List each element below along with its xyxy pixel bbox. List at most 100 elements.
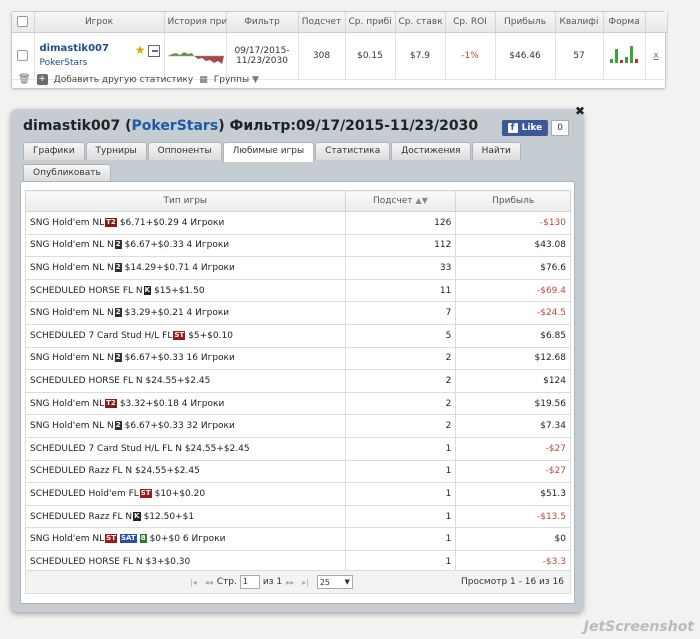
add-icon[interactable]: + <box>36 74 48 85</box>
tab-0[interactable]: Графики <box>23 142 85 160</box>
table-row[interactable]: SNG Hold'em NL ST SAT 8 $0+$0 6 Игроки 1 $0 <box>25 527 571 551</box>
header-count[interactable]: Подсчет <box>298 12 346 33</box>
groups-icon[interactable]: ▦ <box>199 75 208 85</box>
last-page-icon[interactable]: ▸| <box>302 578 309 587</box>
tab-1[interactable]: Турниры <box>85 142 147 160</box>
table-row[interactable]: SNG Hold'em NL N 2 $14.29+$0.71 4 Игроки 33… <box>25 256 571 280</box>
game-badge-icon: 2 <box>114 308 122 318</box>
tab-7[interactable]: Опубликовать <box>23 164 111 182</box>
header-player[interactable]: Игрок <box>34 12 165 33</box>
header-avg-stake[interactable]: Ср. ставк <box>395 12 446 33</box>
col-header-count[interactable]: Подсчет ▲▼ <box>344 190 457 212</box>
history-sparkline[interactable] <box>164 32 227 80</box>
remove-row-link[interactable]: x <box>653 51 658 61</box>
game-badge-icon: SAT <box>119 534 137 544</box>
prev-page-icon[interactable]: ◂◂ <box>205 578 213 587</box>
game-buyin: $3.32+$0.18 4 Игроки <box>119 398 225 409</box>
table-row[interactable]: SCHEDULED Razz FL N K $12.50+$1 1 -$13.5 <box>25 504 571 529</box>
player-site-link[interactable]: PokerStars <box>40 58 161 68</box>
table-row[interactable]: SCHEDULED 7 Card Stud H/L FL ST $5+$0.10 5 $… <box>25 323 571 348</box>
game-name: SCHEDULED HORSE FL N <box>30 285 143 296</box>
count-value: 308 <box>298 32 346 80</box>
filter-date-start: 09/17/2015- <box>234 45 290 56</box>
site-link[interactable]: PokerStars <box>132 118 219 134</box>
form-bar <box>625 57 628 63</box>
game-type-cell: SCHEDULED Razz FL N K $12.50+$1 <box>25 504 346 529</box>
game-type-cell: SCHEDULED Razz FL N $24.55+$2.45 <box>25 459 346 484</box>
tab-6[interactable]: Найти <box>471 142 521 160</box>
game-badge-icon: T2 <box>105 217 117 227</box>
game-name: SCHEDULED Razz FL N <box>30 511 133 522</box>
add-stats-button[interactable]: Добавить другую статистику <box>54 75 194 85</box>
close-icon[interactable]: ✖ <box>573 104 587 118</box>
col-header-game[interactable]: Тип игры <box>25 190 346 212</box>
game-buyin: $12.50+$1 <box>143 511 195 522</box>
table-row[interactable]: SNG Hold'em NL N 2 $6.67+$0.33 32 Игроки 2 $… <box>25 414 571 438</box>
like-button[interactable]: f Like <box>501 120 549 136</box>
profit-value: $46.46 <box>495 32 556 80</box>
form-bar <box>620 60 623 63</box>
game-buyin: $24.55+$2.45 <box>145 375 211 386</box>
tab-2[interactable]: Оппоненты <box>147 142 222 160</box>
game-badge-icon: ST <box>173 330 186 340</box>
tab-3[interactable]: Любимые игры <box>222 142 315 162</box>
page-size-select[interactable]: 25 ▼ <box>316 575 353 589</box>
groups-dropdown[interactable]: Группы ▼ <box>214 75 259 85</box>
game-profit: $7.34 <box>455 414 571 438</box>
table-row[interactable]: SCHEDULED Hold'em FL ST $10+$0.20 1 $51.3 <box>25 482 571 506</box>
table-row[interactable]: SCHEDULED Razz FL N $24.55+$2.45 1 -$27 <box>25 459 571 484</box>
form-chart <box>603 32 646 80</box>
game-name: SNG Hold'em NL N <box>30 308 114 319</box>
game-count: 5 <box>344 323 457 348</box>
tab-5[interactable]: Достижения <box>391 142 471 160</box>
header-qual[interactable]: Квалифі <box>555 12 604 33</box>
player-cell: dimastik007 PokerStars ★ <box>34 32 165 80</box>
header-avg-roi[interactable]: Ср. ROI <box>445 12 496 33</box>
game-type-cell: SNG Hold'em NL T2 $6.71+$0.29 4 Игроки <box>25 211 346 235</box>
table-row[interactable]: SNG Hold'em NL N 2 $6.67+$0.33 4 Игроки 112… <box>25 233 571 258</box>
game-name: SCHEDULED Hold'em FL <box>30 488 139 499</box>
header-profit[interactable]: Прибыль <box>495 12 556 33</box>
table-row[interactable]: SCHEDULED HORSE FL N $24.55+$2.45 2 $124 <box>25 369 571 393</box>
trash-icon[interactable]: 🗑 <box>18 74 31 85</box>
game-buyin: $3+$0.30 <box>145 556 191 567</box>
header-form[interactable]: Форма <box>603 12 646 33</box>
game-profit: -$130 <box>455 211 571 235</box>
tab-4[interactable]: Статистика <box>315 142 391 160</box>
game-count: 1 <box>344 504 457 529</box>
game-profit: $51.3 <box>455 482 571 506</box>
game-type-cell: SCHEDULED Hold'em FL ST $10+$0.20 <box>25 482 346 506</box>
table-row[interactable]: SNG Hold'em NL T2 $3.32+$0.18 4 Игроки 2 $19… <box>25 391 571 416</box>
export-icon[interactable] <box>147 45 160 57</box>
table-row[interactable]: SNG Hold'em NL T2 $6.71+$0.29 4 Игроки 126-… <box>25 211 571 235</box>
page-input[interactable]: 1 <box>239 575 260 589</box>
table-row: dimastik007 PokerStars ★ 09/17/2015- 11/… <box>12 32 668 80</box>
table-row[interactable]: SCHEDULED HORSE FL N K $15+$1.50 11 -$69.4 <box>25 278 571 303</box>
select-all-checkbox[interactable] <box>12 12 35 33</box>
table-row[interactable]: SNG Hold'em NL N 2 $3.29+$0.21 4 Игроки 7 -$… <box>25 301 571 325</box>
game-buyin: $6.67+$0.33 16 Игроки <box>124 353 235 364</box>
game-profit: -$13.5 <box>455 504 571 529</box>
game-buyin: $10+$0.20 <box>154 488 206 499</box>
header-avg-profit[interactable]: Ср. прибі <box>345 12 396 33</box>
header-remove <box>645 12 668 33</box>
table-row[interactable]: SCHEDULED 7 Card Stud H/L FL N $24.55+$2… <box>25 436 571 461</box>
first-page-icon[interactable]: |◂ <box>190 578 197 587</box>
col-header-profit[interactable]: Прибыль <box>455 190 571 212</box>
game-name: SNG Hold'em NL <box>30 534 105 545</box>
game-badge-icon: T2 <box>105 398 117 408</box>
next-page-icon[interactable]: ▸▸ <box>286 578 294 587</box>
game-count: 1 <box>344 436 457 461</box>
header-history[interactable]: История при <box>164 12 227 33</box>
stats-toolbar: 🗑 + Добавить другую статистику ▦ Группы … <box>18 74 259 85</box>
game-type-cell: SCHEDULED HORSE FL N K $15+$1.50 <box>25 278 346 303</box>
form-bar <box>610 59 613 63</box>
like-count: 0 <box>551 120 569 136</box>
table-row[interactable]: SNG Hold'em NL N 2 $6.67+$0.33 16 Игроки 2 $… <box>25 346 571 371</box>
game-buyin: $6.67+$0.33 32 Игроки <box>124 421 235 432</box>
stats-table: Игрок История при Фильтр Подсчет Ср. при… <box>12 12 668 80</box>
header-filter[interactable]: Фильтр <box>226 12 299 33</box>
form-bar <box>635 59 638 63</box>
favorite-icon[interactable]: ★ <box>135 43 146 57</box>
row-checkbox[interactable] <box>12 32 35 80</box>
